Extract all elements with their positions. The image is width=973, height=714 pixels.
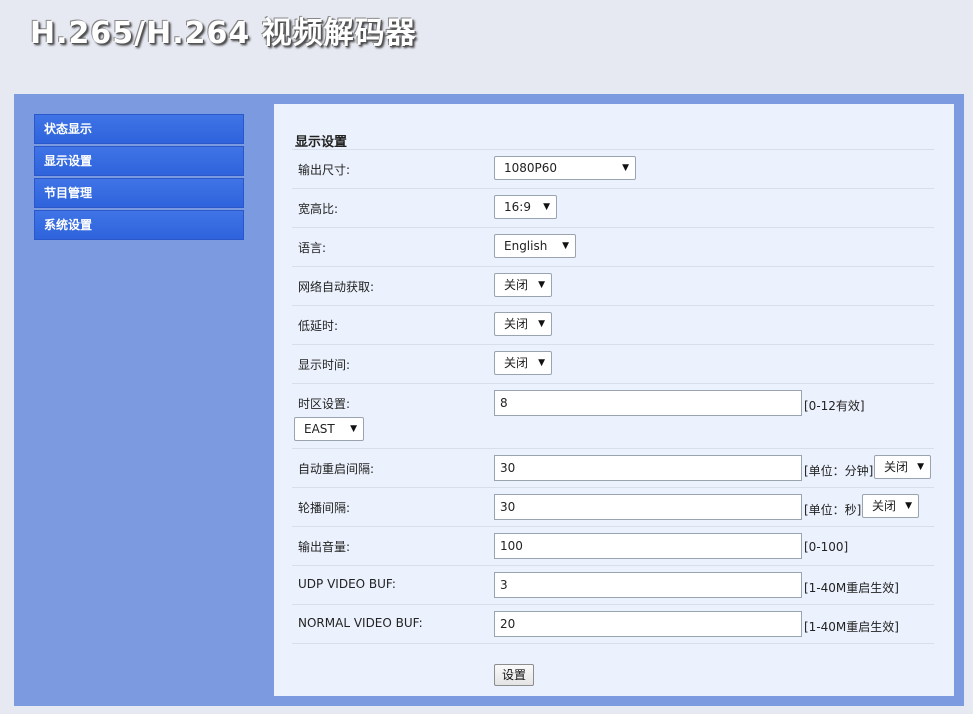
output-size-select[interactable]: 1080P60 ▼	[494, 156, 636, 180]
carousel-input[interactable]: 30	[494, 494, 802, 520]
output-size-label: 输出尺寸:	[298, 163, 351, 177]
timezone-label: 时区设置:	[298, 397, 351, 411]
auto-restart-input[interactable]: 30	[494, 455, 802, 481]
volume-input[interactable]: 100	[494, 533, 802, 559]
dropdown-arrow-icon: ▼	[538, 280, 545, 290]
divider	[292, 604, 934, 605]
dropdown-arrow-icon: ▼	[538, 319, 545, 329]
divider	[292, 448, 934, 449]
network-auto-label: 网络自动获取:	[298, 280, 375, 294]
normal-buf-label: NORMAL VIDEO BUF:	[298, 616, 423, 630]
sidebar-item-system[interactable]: 系统设置	[34, 210, 244, 240]
sidebar-nav: 状态显示 显示设置 节目管理 系统设置	[34, 114, 244, 242]
app-title: H.265/H.264 视频解码器	[30, 16, 417, 51]
volume-label: 输出音量:	[298, 540, 351, 554]
output-size-value: 1080P60	[504, 161, 558, 175]
dropdown-arrow-icon: ▼	[562, 241, 569, 251]
divider	[292, 383, 934, 384]
auto-restart-hint: [单位：分钟]	[804, 464, 874, 478]
divider	[292, 344, 934, 345]
timezone-input[interactable]: 8	[494, 390, 802, 416]
carousel-toggle-value: 关闭	[872, 499, 897, 513]
timezone-direction-select[interactable]: EAST ▼	[294, 417, 364, 441]
show-time-label: 显示时间:	[298, 358, 351, 372]
aspect-ratio-select[interactable]: 16:9 ▼	[494, 195, 557, 219]
dropdown-arrow-icon: ▼	[917, 462, 924, 472]
udp-buf-input[interactable]: 3	[494, 572, 802, 598]
dropdown-arrow-icon: ▼	[538, 358, 545, 368]
divider	[292, 227, 934, 228]
network-auto-select[interactable]: 关闭 ▼	[494, 273, 552, 297]
carousel-label: 轮播间隔:	[298, 501, 351, 515]
udp-buf-hint: [1-40M重启生效]	[804, 581, 899, 595]
udp-buf-label: UDP VIDEO BUF:	[298, 577, 396, 591]
auto-restart-toggle-select[interactable]: 关闭 ▼	[874, 455, 931, 479]
divider	[292, 487, 934, 488]
low-latency-label: 低延时:	[298, 319, 339, 333]
divider	[292, 565, 934, 566]
auto-restart-label: 自动重启间隔:	[298, 462, 375, 476]
show-time-select[interactable]: 关闭 ▼	[494, 351, 552, 375]
divider	[292, 526, 934, 527]
carousel-toggle-select[interactable]: 关闭 ▼	[862, 494, 919, 518]
network-auto-value: 关闭	[504, 278, 529, 292]
submit-button[interactable]: 设置	[494, 664, 534, 686]
low-latency-select[interactable]: 关闭 ▼	[494, 312, 552, 336]
divider	[292, 305, 934, 306]
sidebar-item-programs[interactable]: 节目管理	[34, 178, 244, 208]
sidebar-item-status[interactable]: 状态显示	[34, 114, 244, 144]
language-select[interactable]: English ▼	[494, 234, 576, 258]
aspect-ratio-value: 16:9	[504, 200, 531, 214]
timezone-direction-value: EAST	[304, 422, 335, 436]
language-label: 语言:	[298, 241, 327, 255]
low-latency-value: 关闭	[504, 317, 529, 331]
carousel-hint: [单位：秒]	[804, 503, 862, 517]
volume-hint: [0-100]	[804, 540, 849, 554]
auto-restart-toggle-value: 关闭	[884, 460, 909, 474]
divider	[292, 188, 934, 189]
normal-buf-input[interactable]: 20	[494, 611, 802, 637]
panel-title: 显示设置	[295, 135, 348, 150]
divider	[292, 643, 934, 644]
dropdown-arrow-icon: ▼	[350, 424, 357, 434]
dropdown-arrow-icon: ▼	[905, 501, 912, 511]
normal-buf-hint: [1-40M重启生效]	[804, 620, 899, 634]
divider	[292, 149, 934, 150]
language-value: English	[504, 239, 548, 253]
main-frame: 状态显示 显示设置 节目管理 系统设置 显示设置 输出尺寸: 1080P60 ▼…	[14, 94, 964, 706]
dropdown-arrow-icon: ▼	[622, 163, 629, 173]
dropdown-arrow-icon: ▼	[543, 202, 550, 212]
timezone-hint: [0-12有效]	[804, 399, 865, 413]
settings-panel: 显示设置 输出尺寸: 1080P60 ▼ 宽高比: 16:9 ▼ 语言: Eng…	[274, 104, 954, 696]
divider	[292, 266, 934, 267]
aspect-ratio-label: 宽高比:	[298, 202, 339, 216]
show-time-value: 关闭	[504, 356, 529, 370]
sidebar-item-display[interactable]: 显示设置	[34, 146, 244, 176]
